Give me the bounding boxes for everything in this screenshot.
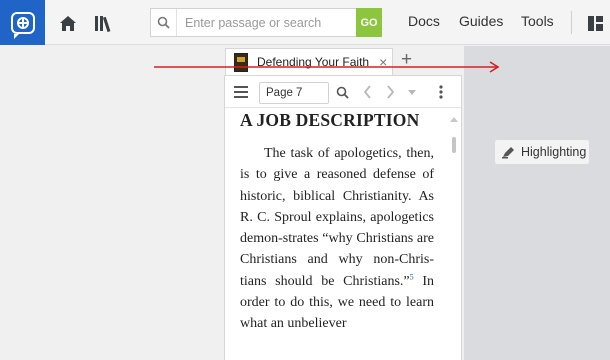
tab-close-button[interactable]: × (379, 55, 387, 69)
highlighting-label: Highlighting (521, 145, 587, 159)
section-heading: A JOB DESCRIPTION (240, 110, 420, 130)
nav-guides[interactable]: Guides (459, 13, 503, 29)
home-icon (60, 15, 76, 31)
scroll-up-arrow[interactable] (450, 117, 458, 122)
back-button[interactable] (360, 83, 374, 101)
library-button[interactable] (89, 8, 119, 38)
forward-button[interactable] (383, 83, 397, 101)
go-button[interactable]: GO (356, 8, 382, 37)
chat-bubble-icon (10, 11, 35, 39)
history-dropdown-button[interactable] (406, 83, 418, 101)
empty-panel-area (464, 46, 610, 360)
caret-down-icon (408, 89, 416, 95)
panel-menu-button[interactable] (233, 83, 249, 101)
app-logo-button[interactable] (0, 0, 45, 45)
tab-defending-your-faith[interactable]: Defending Your Faith × (225, 48, 393, 75)
book-paragraph: The task of apologetics, then, is to giv… (240, 143, 434, 335)
find-button[interactable] (334, 83, 350, 101)
search-input[interactable] (177, 9, 356, 36)
more-options-button[interactable] (436, 83, 446, 101)
page-reference-input[interactable]: Page 7 (259, 82, 329, 104)
highlighter-pen-icon (502, 147, 514, 159)
layout-button[interactable] (580, 8, 610, 38)
nav-tools[interactable]: Tools (521, 13, 554, 29)
paragraph-text: The task of apologetics, then, is to giv… (240, 146, 434, 289)
chevron-left-icon (363, 85, 371, 99)
library-icon (95, 15, 111, 32)
chevron-right-icon (386, 85, 394, 99)
reader-toolbar: Page 7 (225, 76, 461, 108)
hamburger-menu-icon (234, 86, 248, 98)
search-icon (151, 9, 177, 36)
scrollbar-thumb[interactable] (452, 137, 456, 153)
nav-docs[interactable]: Docs (408, 13, 440, 29)
book-content: A JOB DESCRIPTION The task of apologetic… (240, 110, 434, 335)
tab-title: Defending Your Faith (257, 55, 370, 69)
home-button[interactable] (53, 8, 83, 38)
reader-panel: Page 7 A JOB DESCRIPTION The task of apo… (224, 75, 462, 360)
highlighting-button[interactable]: Highlighting (495, 140, 589, 164)
vertical-ellipsis-icon (439, 85, 443, 99)
layout-icon (587, 15, 603, 31)
add-tab-button[interactable]: + (401, 50, 412, 69)
search-box (150, 8, 356, 37)
top-bar: GO Docs Guides Tools (0, 0, 610, 45)
search-icon (336, 86, 349, 99)
book-cover-icon (234, 52, 248, 72)
nav-divider (571, 11, 572, 34)
